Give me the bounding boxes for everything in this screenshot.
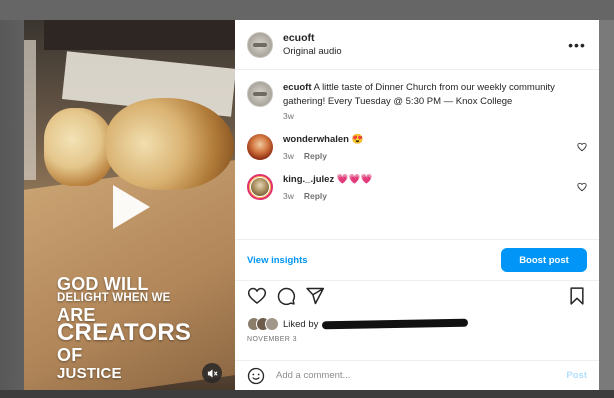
more-horizontal-icon[interactable]: ••• — [567, 37, 587, 53]
like-comment-heart-icon[interactable] — [577, 142, 587, 152]
post-details-panel: ecuoft Original audio ••• ecuoft A littl… — [235, 20, 599, 390]
play-icon[interactable] — [109, 182, 153, 232]
post-media-video[interactable]: GOD WILL DELIGHT WHEN WE ARE CREATORS OF… — [24, 20, 235, 390]
comment-text: king._.julez 💗💗💗 — [283, 174, 587, 185]
add-comment-bar: Post — [235, 360, 599, 390]
like-comment-heart-icon[interactable] — [577, 182, 587, 192]
caption-username[interactable]: ecuoft — [283, 82, 312, 93]
caption-body: A little taste of Dinner Church from our… — [283, 82, 555, 107]
redacted-likers — [322, 318, 469, 330]
emoji-smiley-icon[interactable] — [247, 367, 265, 385]
avatar[interactable] — [247, 31, 273, 58]
post-author-username[interactable]: ecuoft — [283, 32, 567, 44]
post-header: ecuoft Original audio ••• — [235, 20, 599, 70]
overlay-text-line-6: JUSTICE — [57, 365, 122, 382]
video-scene-glass — [24, 40, 36, 180]
comment-item: king._.julez 💗💗💗 3w Reply — [247, 174, 587, 201]
audio-label[interactable]: Original audio — [283, 46, 567, 57]
view-insights-link[interactable]: View insights — [247, 255, 308, 266]
share-paper-plane-icon[interactable] — [305, 286, 325, 306]
comments-list: ecuoft A little taste of Dinner Church f… — [235, 71, 599, 236]
comment-text: wonderwhalen 😍 — [283, 134, 587, 145]
comment-time: 3w — [283, 151, 294, 161]
liker-avatars — [247, 317, 279, 331]
reply-button[interactable]: Reply — [304, 191, 327, 201]
reply-button[interactable]: Reply — [304, 151, 327, 161]
post-comment-button[interactable]: Post — [566, 370, 587, 381]
caption-time: 3w — [283, 111, 294, 121]
comment-body: 😍 — [351, 134, 364, 145]
overlay-text-line-5: OF — [57, 345, 83, 365]
caption: ecuoft A little taste of Dinner Church f… — [247, 81, 587, 121]
comment-body: 💗💗💗 — [336, 174, 373, 185]
boost-post-button[interactable]: Boost post — [501, 248, 587, 272]
likes-summary[interactable]: Liked by — [247, 317, 469, 331]
avatar[interactable] — [247, 174, 273, 200]
post-actions — [247, 284, 587, 308]
overlay-text-line-2: DELIGHT WHEN WE — [57, 292, 171, 304]
video-scene-bread-small — [44, 108, 114, 186]
comment-bubble-icon[interactable] — [276, 286, 296, 306]
avatar[interactable] — [247, 134, 273, 160]
comment-time: 3w — [283, 191, 294, 201]
insights-bar: View insights Boost post — [235, 239, 599, 281]
video-scene-guitar — [44, 20, 235, 50]
bookmark-icon[interactable] — [567, 286, 587, 306]
comment-item: wonderwhalen 😍 3w Reply — [247, 134, 587, 161]
comment-username[interactable]: king._.julez — [283, 174, 334, 185]
caption-text: ecuoft A little taste of Dinner Church f… — [283, 81, 583, 108]
background-feed-right — [598, 20, 614, 390]
comment-username[interactable]: wonderwhalen — [283, 134, 349, 145]
background-feed-top — [0, 0, 614, 20]
overlay-text-line-4: CREATORS — [57, 319, 192, 346]
avatar[interactable] — [247, 81, 273, 107]
post-date[interactable]: NOVEMBER 3 — [247, 336, 297, 343]
liked-by-label: Liked by — [283, 318, 319, 330]
heart-outline-icon[interactable] — [247, 286, 267, 306]
muted-speaker-icon[interactable] — [202, 363, 222, 383]
comment-input[interactable] — [276, 370, 567, 381]
background-feed-bottom — [0, 390, 614, 398]
video-scene-bread-large — [106, 98, 234, 190]
